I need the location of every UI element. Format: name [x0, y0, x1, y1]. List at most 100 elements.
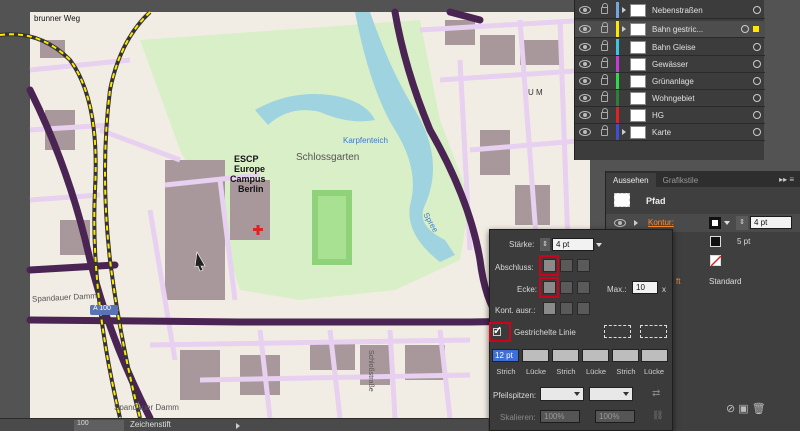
- stroke-weight-field[interactable]: 4 pt: [750, 216, 792, 229]
- gap-2-field[interactable]: [582, 349, 609, 362]
- fill-black-swatch[interactable]: [710, 236, 721, 247]
- visibility-icon[interactable]: [579, 6, 591, 14]
- layer-color-swatch: [616, 107, 619, 123]
- expand-caret-icon[interactable]: [634, 220, 638, 226]
- align-center-button[interactable]: [543, 302, 556, 315]
- layer-row-hg[interactable]: HG: [575, 107, 765, 124]
- panel-menu-icon[interactable]: ▸▸ ≡: [779, 175, 794, 184]
- visibility-icon[interactable]: [579, 43, 591, 51]
- dashed-label: Gestrichelte Linie: [514, 328, 576, 337]
- visibility-icon[interactable]: [614, 219, 626, 227]
- dash-label: Strich: [616, 367, 636, 376]
- expand-caret-icon: [622, 44, 626, 50]
- arrow-start-dropdown[interactable]: [540, 387, 584, 401]
- layer-color-swatch: [616, 39, 619, 55]
- expand-caret-icon[interactable]: [622, 129, 626, 135]
- label-karpfenteich: Karpfenteich: [343, 136, 388, 145]
- appearance-title: Pfad: [646, 196, 666, 206]
- round-join-button[interactable]: [560, 281, 573, 294]
- status-bar: 100 Zeichenstift: [0, 418, 488, 431]
- dash-1-field[interactable]: 12 pt: [492, 349, 519, 362]
- stepper-icon[interactable]: ⇕: [736, 216, 748, 230]
- expand-caret-icon[interactable]: [622, 26, 626, 32]
- arrow-label: Pfeilspitzen:: [493, 391, 537, 400]
- lock-icon[interactable]: [601, 39, 608, 51]
- swap-arrows-icon[interactable]: ⇄: [652, 388, 660, 399]
- layer-row-gewaesser[interactable]: Gewässer: [575, 56, 765, 73]
- label-escp-3: Campus: [230, 174, 266, 184]
- label-escp-1: ESCP: [234, 154, 259, 164]
- chevron-down-icon[interactable]: [596, 243, 602, 247]
- weight-stepper-icon[interactable]: ⇕: [540, 238, 550, 251]
- dash-adjust-button[interactable]: [640, 325, 667, 338]
- layer-row-bahn-gestrichelt[interactable]: Bahn gestric...: [575, 21, 765, 38]
- target-circle-icon[interactable]: [741, 25, 749, 33]
- layer-name: Bahn gestric...: [652, 24, 704, 34]
- limit-label: Max.:: [607, 285, 627, 294]
- chevron-down-icon[interactable]: [724, 221, 730, 225]
- tab-aussehen[interactable]: Aussehen: [606, 173, 656, 187]
- zoom-field[interactable]: 100: [74, 420, 124, 431]
- lock-icon[interactable]: [601, 2, 608, 14]
- round-cap-button[interactable]: [560, 259, 573, 272]
- target-circle-icon[interactable]: [753, 60, 761, 68]
- bevel-join-button[interactable]: [577, 281, 590, 294]
- target-circle-icon[interactable]: [753, 77, 761, 85]
- dash-label: Strich: [496, 367, 516, 376]
- layer-row-gruenanlage[interactable]: Grünanlage: [575, 73, 765, 90]
- link-scale-icon[interactable]: ⛓: [652, 410, 663, 421]
- visibility-icon[interactable]: [579, 60, 591, 68]
- fill-none-swatch[interactable]: [710, 255, 722, 267]
- lock-icon[interactable]: [601, 73, 608, 85]
- visibility-icon[interactable]: [579, 128, 591, 136]
- lock-icon[interactable]: [601, 90, 608, 102]
- expand-caret-icon: [622, 112, 626, 118]
- limit-field[interactable]: 10: [632, 281, 658, 294]
- layer-color-swatch: [616, 124, 619, 140]
- layer-color-swatch: [616, 21, 619, 37]
- lock-icon[interactable]: [601, 124, 608, 136]
- panel-bottom-icons[interactable]: ⊘ ▣ 🗑: [726, 402, 766, 415]
- gap-3-field[interactable]: [641, 349, 668, 362]
- opacity-value: Standard: [709, 277, 742, 286]
- target-circle-icon[interactable]: [753, 94, 761, 102]
- gap-1-field[interactable]: [522, 349, 549, 362]
- dash-2-field[interactable]: [552, 349, 579, 362]
- layer-name: Nebenstraßen: [652, 5, 703, 15]
- layer-color-swatch: [616, 2, 619, 18]
- lock-icon[interactable]: [601, 107, 608, 119]
- layer-name: Grünanlage: [652, 76, 694, 86]
- visibility-icon[interactable]: [579, 94, 591, 102]
- projecting-cap-button[interactable]: [577, 259, 590, 272]
- arrow-end-dropdown[interactable]: [589, 387, 633, 401]
- target-circle-icon[interactable]: [753, 128, 761, 136]
- layer-row-nebenstrassen[interactable]: Nebenstraßen: [575, 2, 765, 19]
- layer-row-wohngebiet[interactable]: Wohngebiet: [575, 90, 765, 107]
- visibility-icon[interactable]: [579, 77, 591, 85]
- layer-color-swatch: [616, 73, 619, 89]
- weight-field[interactable]: 4 pt: [552, 238, 594, 251]
- fill-label-partial[interactable]: ft: [676, 277, 680, 286]
- layer-color-swatch: [616, 56, 619, 72]
- align-inside-button[interactable]: [560, 302, 573, 315]
- align-outside-button[interactable]: [577, 302, 590, 315]
- dash-3-field[interactable]: [612, 349, 639, 362]
- scale-1-field[interactable]: 100%: [540, 410, 580, 423]
- stroke-label-link[interactable]: Kontur:: [648, 218, 674, 227]
- visibility-icon[interactable]: [579, 25, 591, 33]
- expand-caret-icon[interactable]: [622, 7, 626, 13]
- dash-align-corners-button[interactable]: [604, 325, 631, 338]
- status-menu-icon[interactable]: [236, 423, 240, 429]
- lock-icon[interactable]: [601, 56, 608, 68]
- lock-icon[interactable]: [601, 21, 608, 33]
- layer-row-karte[interactable]: Karte: [575, 124, 765, 141]
- target-circle-icon[interactable]: [753, 6, 761, 14]
- target-circle-icon[interactable]: [753, 111, 761, 119]
- tab-grafikstile[interactable]: Grafikstile: [656, 173, 706, 187]
- target-circle-icon[interactable]: [753, 43, 761, 51]
- layer-row-bahn-gleise[interactable]: Bahn Gleise: [575, 39, 765, 56]
- selection-indicator-icon[interactable]: [753, 26, 759, 32]
- scale-2-field[interactable]: 100%: [595, 410, 635, 423]
- stroke-color-swatch[interactable]: [709, 217, 721, 229]
- visibility-icon[interactable]: [579, 111, 591, 119]
